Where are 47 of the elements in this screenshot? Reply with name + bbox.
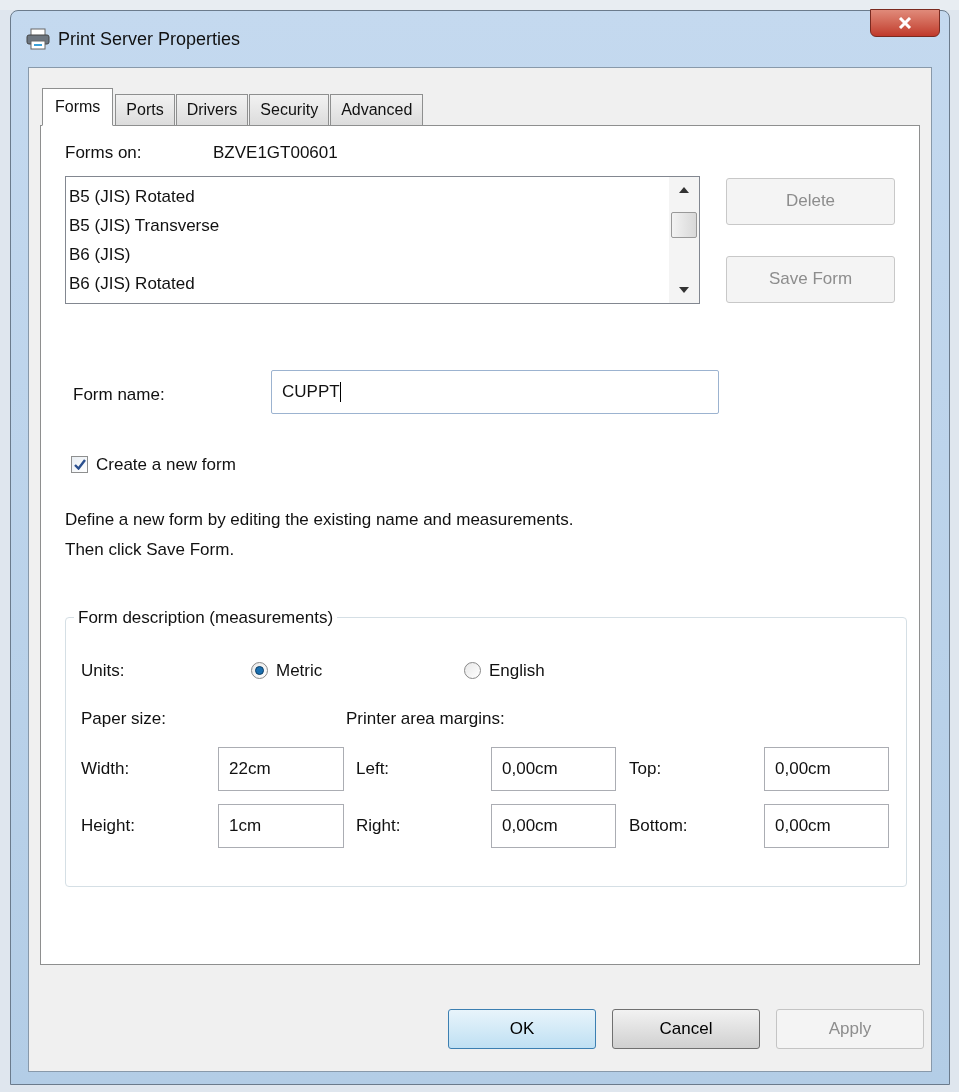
- close-icon: [898, 17, 912, 29]
- form-name-label: Form name:: [72, 383, 166, 406]
- window-title: Print Server Properties: [58, 27, 241, 51]
- radio-button[interactable]: [251, 662, 268, 680]
- list-item[interactable]: B6 (JIS): [69, 239, 669, 269]
- tab[interactable]: Advanced: [330, 94, 424, 126]
- checkbox-label[interactable]: Create a new form: [96, 451, 236, 477]
- measurement-label: Height:: [81, 815, 136, 838]
- measurement-field[interactable]: 0,00cm: [764, 804, 889, 848]
- list-item[interactable]: B6 (JIS) Rotated: [69, 268, 669, 298]
- radio-button[interactable]: [464, 662, 481, 680]
- units-label: Units:: [81, 660, 126, 682]
- tab[interactable]: Forms: [42, 88, 114, 126]
- tab[interactable]: Drivers: [175, 94, 249, 126]
- dialog-button[interactable]: OK: [448, 1009, 596, 1049]
- list-item[interactable]: B5 (JIS) Transverse: [69, 210, 669, 240]
- measurement-label: Left:: [356, 758, 391, 781]
- measurement-field[interactable]: 22cm: [218, 747, 344, 791]
- close-button[interactable]: [870, 9, 940, 37]
- scroll-thumb[interactable]: [671, 211, 697, 238]
- paper-size-label: Paper size:: [81, 707, 168, 730]
- forms-list[interactable]: B5 (JIS) Rotated B5 (JIS) Transverse B6 (JIS) B6 (JIS) Rotated: [65, 175, 700, 304]
- measurement-field[interactable]: 0,00cm: [764, 747, 889, 791]
- scrollbar[interactable]: [669, 176, 699, 303]
- form-name-field[interactable]: CUPPT: [271, 369, 719, 414]
- measurement-label: Bottom:: [629, 815, 689, 838]
- measurement-field[interactable]: 0,00cm: [491, 747, 616, 791]
- dialog-button[interactable]: Cancel: [612, 1009, 760, 1049]
- radio-label[interactable]: Metric: [276, 658, 323, 684]
- measurement-label: Right:: [356, 815, 402, 838]
- list-item[interactable]: B5 (JIS) Rotated: [69, 181, 669, 211]
- scroll-down-icon[interactable]: [679, 286, 689, 293]
- measurement-label: Top:: [629, 758, 663, 781]
- tab[interactable]: Security: [249, 94, 330, 126]
- server-name: BZVE1GT00601: [213, 142, 338, 164]
- checkmark-icon: [73, 458, 86, 470]
- measurement-field[interactable]: 0,00cm: [491, 804, 616, 848]
- tab[interactable]: Ports: [115, 94, 175, 126]
- measurement-field[interactable]: 1cm: [218, 804, 344, 848]
- forms-on-label: Forms on:: [65, 142, 143, 164]
- scroll-up-icon[interactable]: [679, 186, 689, 193]
- measurement-label: Width:: [81, 758, 131, 781]
- printer-icon: [26, 28, 50, 50]
- checkbox[interactable]: [71, 455, 88, 473]
- description-text: Define a new form by editing the existing name and measurements. Then click Save Form.: [65, 509, 575, 561]
- margins-label: Printer area margins:: [346, 707, 505, 730]
- radio-label[interactable]: English: [489, 658, 545, 684]
